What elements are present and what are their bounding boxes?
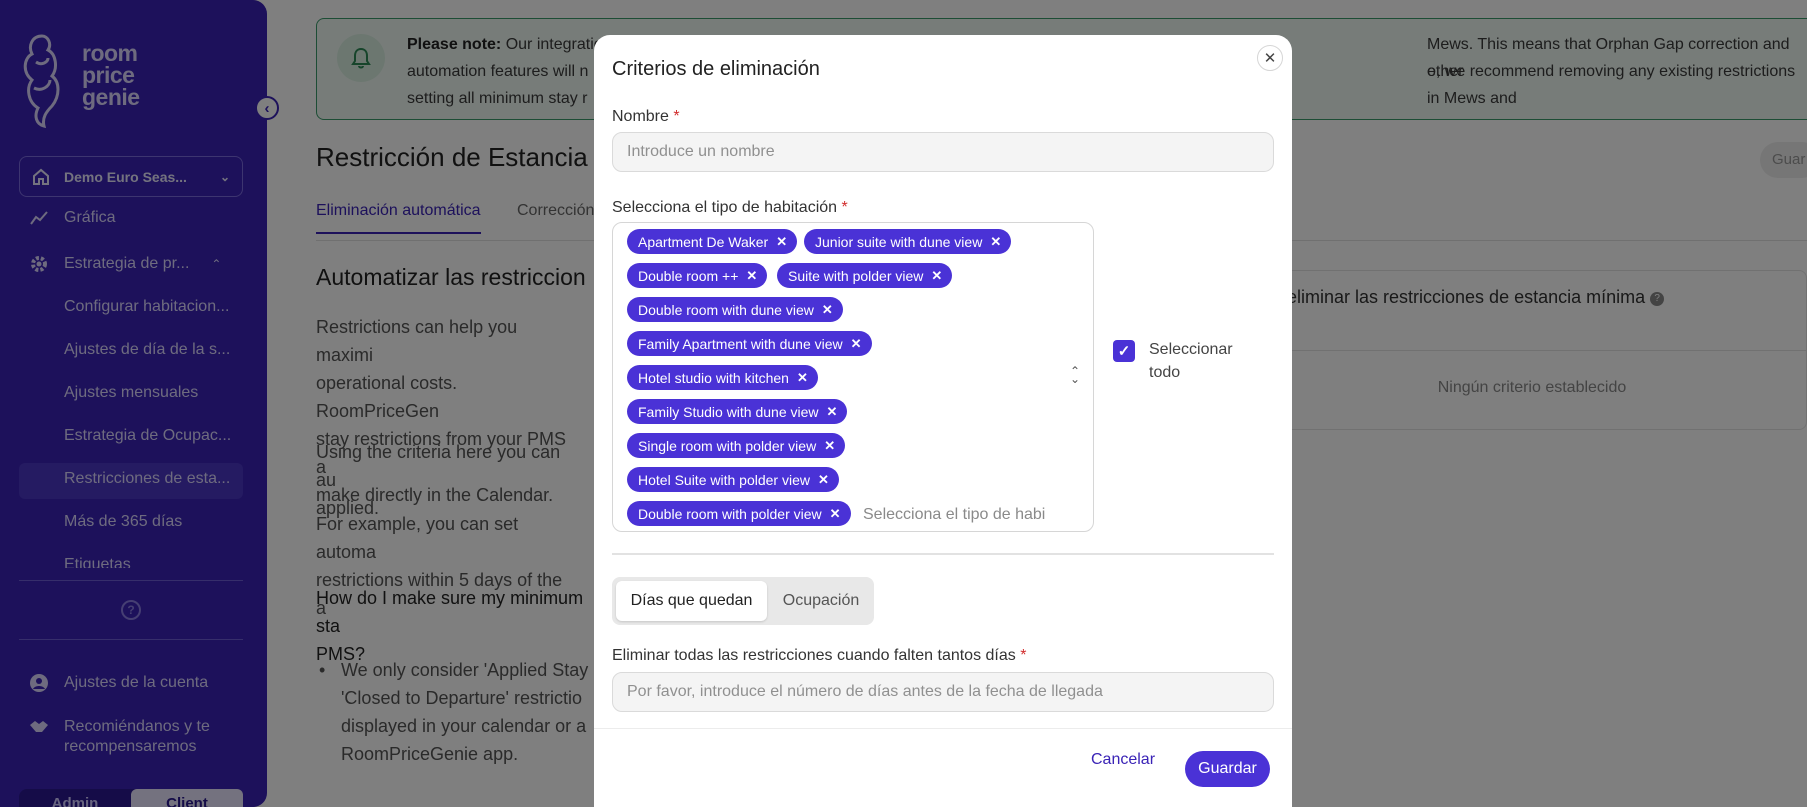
select-all-checkbox[interactable]: ✓	[1113, 340, 1135, 362]
chip-label: Hotel studio with kitchen	[638, 369, 789, 386]
room-chip[interactable]: Apartment De Waker ✕	[627, 229, 798, 254]
days-input[interactable]	[612, 672, 1274, 712]
remove-chip-icon[interactable]: ✕	[931, 268, 942, 284]
remove-chip-icon[interactable]: ✕	[746, 268, 757, 284]
chip-label: Double room with dune view	[638, 301, 814, 318]
segment-occupancy[interactable]: Ocupación	[773, 581, 869, 621]
remove-chip-icon[interactable]: ✕	[824, 438, 835, 454]
remove-chip-icon[interactable]: ✕	[776, 234, 787, 250]
remove-chip-icon[interactable]: ✕	[822, 302, 833, 318]
days-label: Eliminar todas las restricciones cuando …	[612, 647, 1026, 665]
room-chip[interactable]: Hotel studio with kitchen ✕	[627, 365, 818, 390]
criteria-modal: Criterios de eliminación ✕ Nombre * Sele…	[594, 35, 1292, 807]
name-input[interactable]	[612, 132, 1274, 172]
chip-label: Hotel Suite with polder view	[638, 471, 810, 488]
room-type-multiselect[interactable]: Apartment De Waker ✕ Junior suite with du…	[612, 222, 1094, 532]
room-chip[interactable]: Junior suite with dune view ✕	[804, 229, 1012, 254]
label-text: Nombre	[612, 108, 669, 125]
chip-label: Apartment De Waker	[638, 233, 769, 250]
cancel-button[interactable]: Cancelar	[1091, 751, 1155, 769]
remove-chip-icon[interactable]: ✕	[797, 370, 808, 386]
chip-label: Suite with polder view	[788, 267, 924, 284]
room-chip[interactable]: Double room ++ ✕	[627, 263, 768, 288]
segment-days-left[interactable]: Días que quedan	[616, 581, 767, 621]
room-type-placeholder[interactable]: Selecciona el tipo de habi	[863, 506, 1058, 524]
room-chip[interactable]: Family Apartment with dune view ✕	[627, 331, 872, 356]
label-text: Eliminar todas las restricciones cuando …	[612, 647, 1016, 664]
remove-chip-icon[interactable]: ✕	[851, 336, 862, 352]
criteria-type-segmented: Días que quedan Ocupación	[612, 577, 874, 625]
name-label: Nombre *	[612, 108, 680, 126]
room-type-label: Selecciona el tipo de habitación *	[612, 199, 848, 217]
chip-label: Double room with polder view	[638, 505, 822, 522]
remove-chip-icon[interactable]: ✕	[827, 404, 838, 420]
chip-label: Single room with polder view	[638, 437, 817, 454]
room-chip[interactable]: Double room with dune view ✕	[627, 297, 843, 322]
required-mark: *	[841, 199, 848, 216]
close-icon[interactable]: ✕	[1257, 45, 1283, 71]
required-mark: *	[1020, 647, 1027, 664]
room-chip[interactable]: Family Studio with dune view ✕	[627, 399, 848, 424]
select-all-label[interactable]: Seleccionar todo	[1149, 338, 1259, 384]
remove-chip-icon[interactable]: ✕	[830, 506, 841, 522]
chip-label: Family Apartment with dune view	[638, 335, 843, 352]
required-mark: *	[673, 108, 680, 125]
label-text: Selecciona el tipo de habitación	[612, 199, 838, 216]
room-chip[interactable]: Single room with polder view ✕	[627, 433, 846, 458]
chip-label: Junior suite with dune view	[815, 233, 983, 250]
modal-title: Criterios de eliminación	[612, 58, 820, 80]
footer-divider	[594, 728, 1292, 729]
remove-chip-icon[interactable]: ✕	[990, 234, 1001, 250]
chip-label: Family Studio with dune view	[638, 403, 819, 420]
save-button[interactable]: Guardar	[1185, 751, 1270, 787]
chip-label: Double room ++	[638, 267, 739, 284]
up-down-chevron-icon[interactable]: ⌃ ⌄	[1070, 365, 1080, 385]
modal-divider	[612, 553, 1274, 555]
room-chip[interactable]: Double room with polder view ✕	[627, 501, 851, 526]
room-chip[interactable]: Hotel Suite with polder view ✕	[627, 467, 839, 492]
room-chip[interactable]: Suite with polder view ✕	[777, 263, 953, 288]
remove-chip-icon[interactable]: ✕	[818, 472, 829, 488]
